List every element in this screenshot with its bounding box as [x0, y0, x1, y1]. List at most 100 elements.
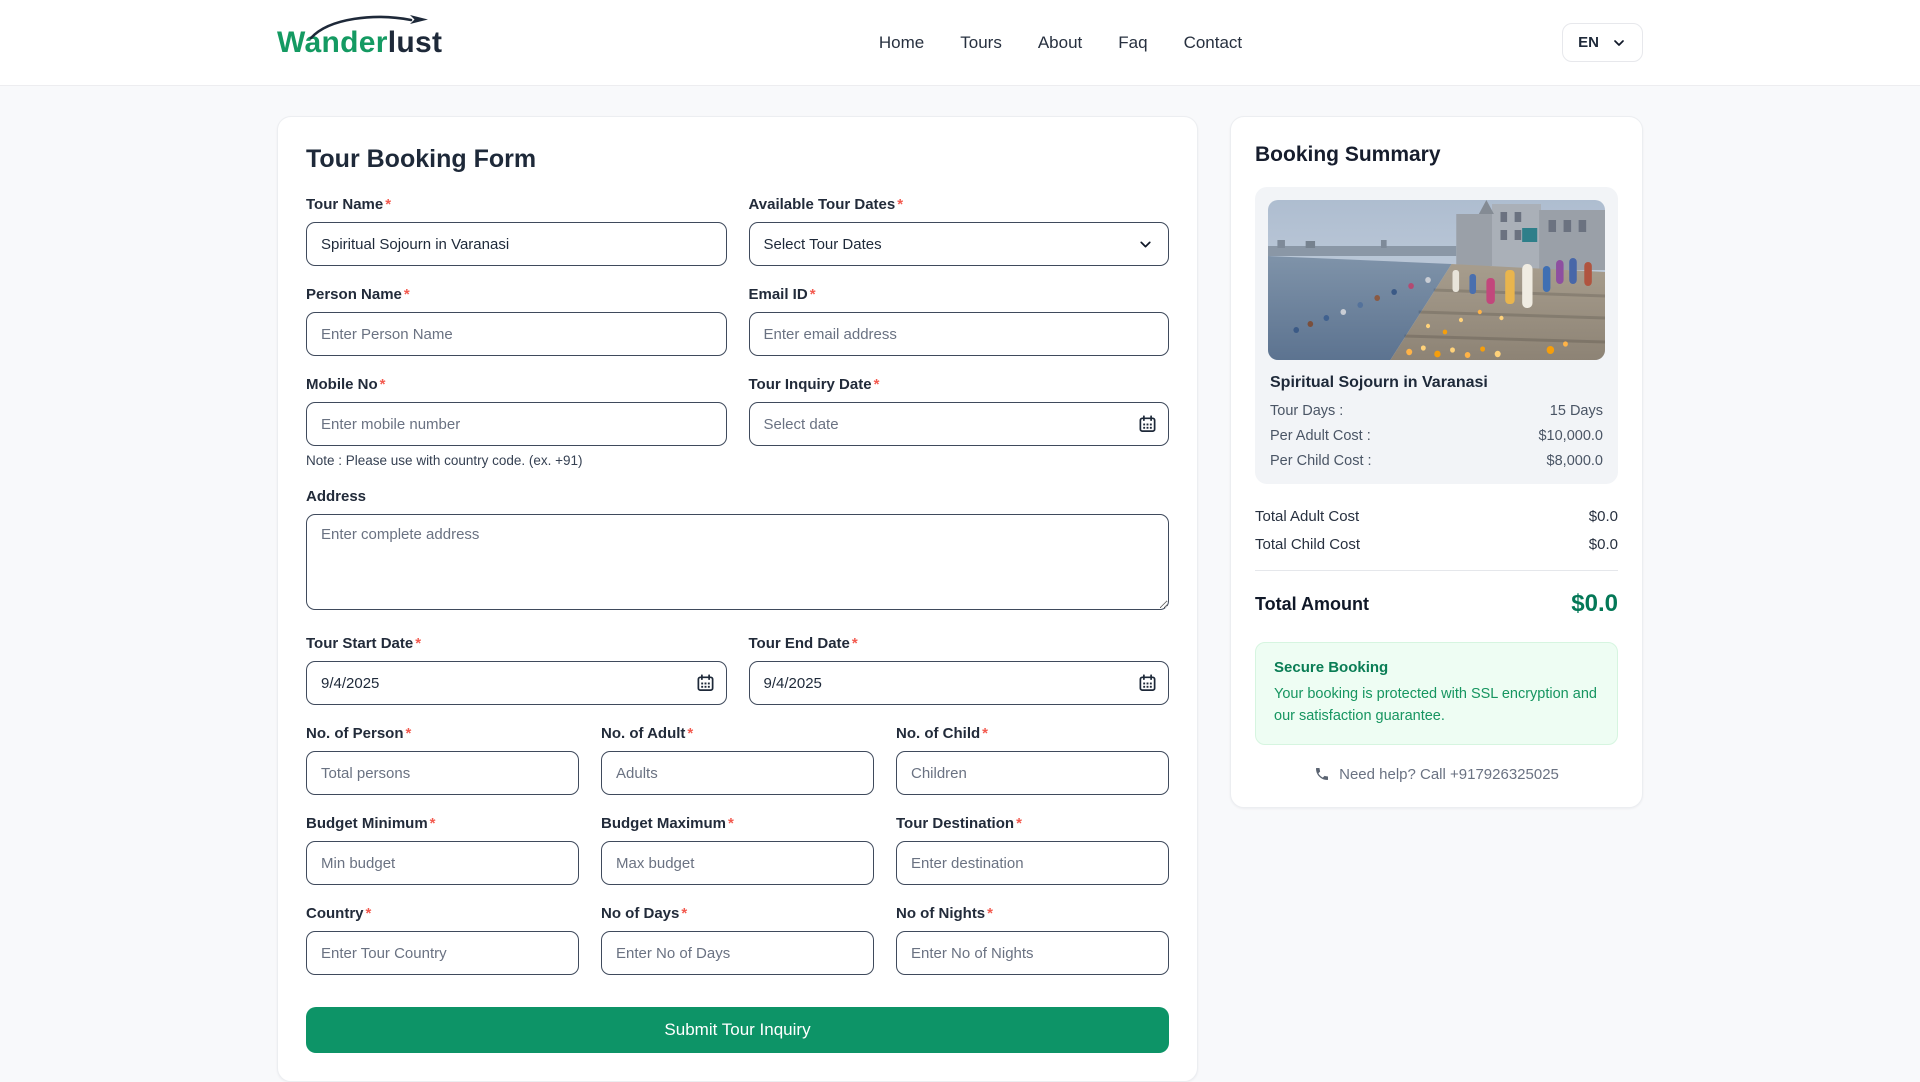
total-amount-row: Total Amount $0.0 [1255, 590, 1618, 618]
required-mark: * [982, 725, 988, 742]
no-adult-input[interactable] [601, 751, 874, 795]
budget-max-input[interactable] [601, 841, 874, 885]
per-child-cost-value: $8,000.0 [1547, 453, 1603, 469]
available-dates-value: Select Tour Dates [764, 236, 882, 253]
secure-booking-title: Secure Booking [1274, 659, 1599, 676]
address-label: Address [306, 488, 1169, 505]
logo[interactable]: Wanderlust [277, 26, 442, 60]
email-label: Email ID* [749, 286, 1170, 303]
destination-label: Tour Destination* [896, 815, 1169, 832]
no-days-input[interactable] [601, 931, 874, 975]
start-date-input[interactable] [306, 661, 727, 705]
address-textarea[interactable] [306, 514, 1169, 610]
mobile-label: Mobile No* [306, 376, 727, 393]
email-input[interactable] [749, 312, 1170, 356]
required-mark: * [385, 196, 391, 213]
nav-item-about[interactable]: About [1038, 33, 1082, 53]
language-selector[interactable]: EN [1562, 23, 1643, 62]
available-dates-select[interactable]: Select Tour Dates [749, 222, 1170, 266]
required-mark: * [404, 286, 410, 303]
required-mark: * [810, 286, 816, 303]
required-mark: * [1016, 815, 1022, 832]
destination-field: Tour Destination* [896, 815, 1169, 885]
budget-max-label: Budget Maximum* [601, 815, 874, 832]
end-date-field: Tour End Date* [749, 635, 1170, 705]
nav-item-tours[interactable]: Tours [960, 33, 1002, 53]
budget-min-label: Budget Minimum* [306, 815, 579, 832]
inquiry-date-input[interactable] [749, 402, 1170, 446]
tour-days-value: 15 Days [1550, 403, 1603, 419]
nav-item-contact[interactable]: Contact [1184, 33, 1243, 53]
total-child-cost-value: $0.0 [1589, 536, 1618, 553]
destination-input[interactable] [896, 841, 1169, 885]
required-mark: * [874, 376, 880, 393]
tour-days-row: Tour Days : 15 Days [1270, 403, 1603, 419]
summary-title: Booking Summary [1255, 143, 1618, 167]
per-child-cost-row: Per Child Cost : $8,000.0 [1270, 453, 1603, 469]
plane-icon [307, 10, 435, 42]
required-mark: * [415, 635, 421, 652]
required-mark: * [681, 905, 687, 922]
no-child-input[interactable] [896, 751, 1169, 795]
help-line: Need help? Call +917926325025 [1255, 766, 1618, 783]
budget-min-input[interactable] [306, 841, 579, 885]
address-field: Address [306, 488, 1169, 615]
no-adult-field: No. of Adult* [601, 725, 874, 795]
person-name-input[interactable] [306, 312, 727, 356]
start-date-field: Tour Start Date* [306, 635, 727, 705]
total-adult-cost-row: Total Adult Cost $0.0 [1255, 508, 1618, 525]
end-date-input[interactable] [749, 661, 1170, 705]
required-mark: * [406, 725, 412, 742]
per-adult-cost-label: Per Adult Cost : [1270, 428, 1371, 444]
required-mark: * [897, 196, 903, 213]
email-field: Email ID* [749, 286, 1170, 356]
no-child-field: No. of Child* [896, 725, 1169, 795]
total-amount-label: Total Amount [1255, 594, 1369, 615]
no-nights-input[interactable] [896, 931, 1169, 975]
per-adult-cost-value: $10,000.0 [1538, 428, 1603, 444]
no-days-label: No of Days* [601, 905, 874, 922]
nav-item-faq[interactable]: Faq [1118, 33, 1147, 53]
per-adult-cost-row: Per Adult Cost : $10,000.0 [1270, 428, 1603, 444]
phone-icon [1314, 766, 1330, 782]
total-amount-value: $0.0 [1571, 590, 1618, 618]
required-mark: * [366, 905, 372, 922]
required-mark: * [987, 905, 993, 922]
mobile-field: Mobile No* Note : Please use with countr… [306, 376, 727, 468]
submit-tour-inquiry-button[interactable]: Submit Tour Inquiry [306, 1007, 1169, 1053]
country-label: Country* [306, 905, 579, 922]
person-name-field: Person Name* [306, 286, 727, 356]
nav-item-home[interactable]: Home [879, 33, 924, 53]
country-input[interactable] [306, 931, 579, 975]
mobile-input[interactable] [306, 402, 727, 446]
no-nights-field: No of Nights* [896, 905, 1169, 975]
totals-section: Total Adult Cost $0.0 Total Child Cost $… [1255, 508, 1618, 618]
language-value: EN [1578, 34, 1599, 51]
help-text: Need help? Call +917926325025 [1339, 766, 1559, 783]
main-nav: Home Tours About Faq Contact [879, 33, 1242, 53]
chevron-down-icon [1611, 35, 1627, 51]
summary-tour-title: Spiritual Sojourn in Varanasi [1270, 374, 1603, 392]
per-child-cost-label: Per Child Cost : [1270, 453, 1372, 469]
no-person-input[interactable] [306, 751, 579, 795]
form-title: Tour Booking Form [306, 145, 1169, 174]
secure-booking-text: Your booking is protected with SSL encry… [1274, 684, 1599, 728]
tour-name-input[interactable] [306, 222, 727, 266]
country-field: Country* [306, 905, 579, 975]
required-mark: * [380, 376, 386, 393]
budget-min-field: Budget Minimum* [306, 815, 579, 885]
available-dates-label: Available Tour Dates* [749, 196, 1170, 213]
required-mark: * [728, 815, 734, 832]
inquiry-date-label: Tour Inquiry Date* [749, 376, 1170, 393]
available-dates-field: Available Tour Dates* Select Tour Dates [749, 196, 1170, 266]
total-child-cost-label: Total Child Cost [1255, 536, 1360, 553]
booking-summary-card: Booking Summary [1230, 116, 1643, 808]
total-adult-cost-label: Total Adult Cost [1255, 508, 1359, 525]
tour-days-label: Tour Days : [1270, 403, 1343, 419]
start-date-label: Tour Start Date* [306, 635, 727, 652]
required-mark: * [687, 725, 693, 742]
no-person-field: No. of Person* [306, 725, 579, 795]
tour-image [1268, 200, 1605, 360]
no-nights-label: No of Nights* [896, 905, 1169, 922]
no-child-label: No. of Child* [896, 725, 1169, 742]
